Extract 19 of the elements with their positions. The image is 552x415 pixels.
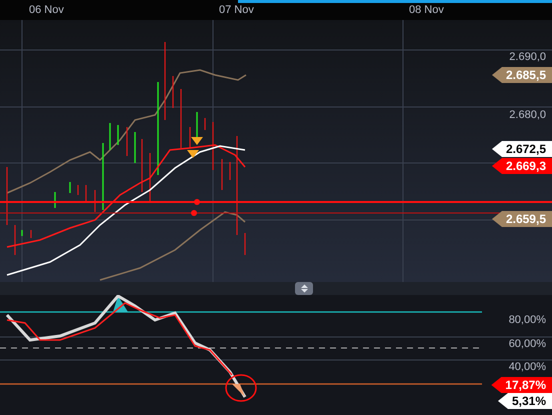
date-label: 08 Nov xyxy=(409,4,444,16)
price-axis-label: 2.680,0 xyxy=(509,109,546,121)
circle-annotation xyxy=(225,374,257,402)
date-label: 06 Nov xyxy=(29,4,64,16)
value-tag: 5,31% xyxy=(498,393,552,409)
percent-axis-label: 40,00% xyxy=(508,361,546,373)
price-tag: 2.672,5 xyxy=(492,141,552,157)
price-tag: 2.685,5 xyxy=(492,67,552,83)
date-label: 07 Nov xyxy=(219,4,254,16)
panel-resize-button[interactable] xyxy=(295,282,313,295)
up-down-arrows-icon xyxy=(300,284,308,293)
value-tag: 17,87% xyxy=(491,377,552,393)
triangle-marker-icon xyxy=(187,150,199,158)
price-tag: 2.659,5 xyxy=(492,211,552,227)
triangle-marker-icon xyxy=(191,137,203,145)
percent-axis-label: 80,00% xyxy=(508,314,546,326)
price-axis-label: 2.690,0 xyxy=(509,51,546,63)
percent-axis-label: 60,00% xyxy=(508,338,546,350)
price-tag: 2.669,3 xyxy=(492,158,552,174)
